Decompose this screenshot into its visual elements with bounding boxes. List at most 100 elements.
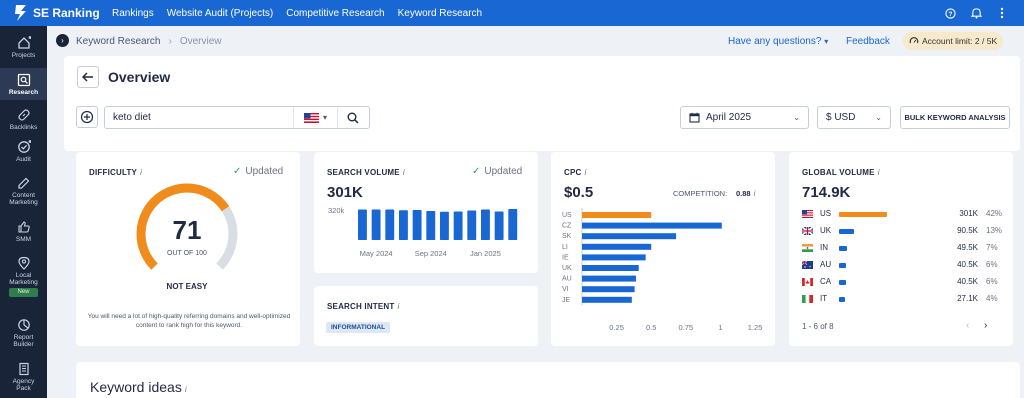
logo-icon <box>15 5 26 21</box>
add-keyword-button[interactable] <box>76 106 98 128</box>
overview-header-panel <box>64 56 1020 151</box>
info-icon[interactable]: i <box>585 168 587 177</box>
research-icon <box>17 73 30 87</box>
help-icon[interactable]: ? <box>944 7 956 19</box>
sidebar-item-report-builder[interactable]: Report Builder <box>0 318 47 352</box>
country-code: IT <box>820 294 828 303</box>
volume-bar[interactable] <box>358 209 367 241</box>
country-share: 4% <box>986 294 998 303</box>
sidebar-item-agency-pack[interactable]: Agency Pack <box>0 362 47 396</box>
sidebar-item-local-marketing[interactable]: Local Marketing New <box>0 256 47 304</box>
cpc-chart: US CZ SK LI IE UK AU VI JE 0.25 0.5 0.75 1 1.25 <box>562 208 762 332</box>
cpc-bar[interactable] <box>582 222 722 229</box>
more-icon[interactable] <box>996 7 1008 19</box>
cpc-bar[interactable] <box>582 286 635 293</box>
bulk-keyword-analysis-button[interactable]: BULK KEYWORD ANALYSIS <box>900 106 1010 129</box>
breadcrumb-current: Overview <box>179 36 222 47</box>
info-icon[interactable]: i <box>403 168 405 177</box>
cpc-bar[interactable] <box>582 243 652 250</box>
sidebar-item-backlinks[interactable]: Backlinks <box>0 108 47 134</box>
cpc-bar[interactable] <box>582 296 632 303</box>
y-tick-label: 320k <box>328 206 345 215</box>
global-volume-title: GLOBAL VOLUME i <box>802 168 880 177</box>
au-flag-icon <box>802 261 813 269</box>
x-tick-label: 0.25 <box>609 323 624 332</box>
share-bar <box>839 212 887 217</box>
cpc-category-label: UK <box>562 265 572 272</box>
info-icon[interactable]: i <box>878 168 880 177</box>
date-select[interactable]: April 2025 ⌄ <box>680 106 809 129</box>
country-row[interactable]: IT 27.1K 4% <box>802 293 1024 305</box>
cpc-category-label: US <box>562 212 572 219</box>
chevron-left-icon[interactable]: ‹ <box>966 320 969 331</box>
bell-icon[interactable] <box>970 7 982 19</box>
currency-select[interactable]: $ USD ⌄ <box>817 106 891 129</box>
country-code: IN <box>820 243 828 252</box>
country-row[interactable]: CA 40.5K 6% <box>802 276 1024 288</box>
breadcrumb-parent[interactable]: Keyword Research <box>76 36 160 47</box>
cpc-bar[interactable] <box>582 265 639 271</box>
cpc-bar[interactable] <box>582 275 636 282</box>
search-button[interactable] <box>337 107 367 128</box>
chevron-right-icon[interactable]: › <box>984 320 987 331</box>
volume-bar[interactable] <box>494 211 504 241</box>
sidebar-item-research[interactable]: Research <box>0 68 47 100</box>
app-logo[interactable]: SE Ranking <box>0 5 112 21</box>
volume-bar[interactable] <box>481 209 490 241</box>
country-row[interactable]: IN 49.5K 7% <box>802 242 1024 254</box>
volume-bar[interactable] <box>440 211 449 240</box>
volume-bar[interactable] <box>453 211 463 241</box>
app-name: SE Ranking <box>33 6 100 20</box>
cpc-bar[interactable] <box>582 212 652 218</box>
volume-bar[interactable] <box>371 209 381 241</box>
volume-bar[interactable] <box>467 210 477 241</box>
country-share: 6% <box>986 277 998 286</box>
volume-bar[interactable] <box>399 210 408 240</box>
country-row[interactable]: AU 40.5K 6% <box>802 259 1024 271</box>
sidebar-item-audit[interactable]: Audit <box>0 140 47 166</box>
info-icon[interactable]: i <box>185 385 187 394</box>
share-bar <box>839 246 847 251</box>
info-icon[interactable]: i <box>398 302 400 311</box>
country-row[interactable]: UK 90.5K 13% <box>802 225 1024 237</box>
uk-flag-icon <box>802 227 813 235</box>
search-volume-value: 301K <box>327 184 363 201</box>
help-dropdown[interactable]: Have any questions? ▾ <box>728 36 828 47</box>
country-code: AU <box>820 260 832 269</box>
x-tick-label: 1 <box>718 323 722 332</box>
sidebar-item-smm[interactable]: SMM <box>0 220 47 246</box>
x-tick-label: Sep 2024 <box>415 249 447 258</box>
home-icon <box>17 36 31 49</box>
location-icon <box>17 256 30 270</box>
x-tick-label: 0.5 <box>646 323 656 332</box>
topnav-competitive-research[interactable]: Competitive Research <box>286 8 384 19</box>
sidebar-item-content-marketing[interactable]: Content Marketing <box>0 176 47 210</box>
volume-bar[interactable] <box>426 211 436 240</box>
cpc-category-label: JE <box>562 297 571 304</box>
difficulty-updated: ✓ Updated <box>233 166 284 177</box>
back-button[interactable] <box>77 66 99 88</box>
topnav-keyword-research[interactable]: Keyword Research <box>398 8 482 19</box>
keyword-search-input[interactable] <box>105 112 293 123</box>
country-select[interactable]: ▾ <box>293 107 337 128</box>
volume-bar[interactable] <box>385 209 395 241</box>
difficulty-title: DIFFICULTY i <box>89 168 143 177</box>
volume-bar[interactable] <box>412 210 422 240</box>
info-icon[interactable]: i <box>754 189 756 198</box>
country-row[interactable]: US 301K 42% <box>802 208 1024 220</box>
volume-bar[interactable] <box>508 209 518 240</box>
keyword-ideas-title: Keyword ideas i <box>90 379 187 395</box>
ca-flag-icon <box>802 278 813 286</box>
country-volume: 40.5K <box>957 277 978 286</box>
cpc-bar[interactable] <box>582 254 646 261</box>
country-code: US <box>820 209 832 218</box>
info-icon[interactable]: i <box>140 168 142 177</box>
feedback-link[interactable]: Feedback <box>846 36 890 47</box>
topnav-website-audit[interactable]: Website Audit (Projects) <box>167 8 274 19</box>
keyword-ideas-panel <box>76 362 1020 398</box>
sidebar-item-projects[interactable]: Projects <box>0 36 47 66</box>
cpc-bar[interactable] <box>582 233 677 240</box>
difficulty-out-of: OUT OF 100 <box>167 250 207 257</box>
topnav-rankings[interactable]: Rankings <box>112 8 154 19</box>
sidebar-collapse-button[interactable]: › <box>56 34 69 47</box>
